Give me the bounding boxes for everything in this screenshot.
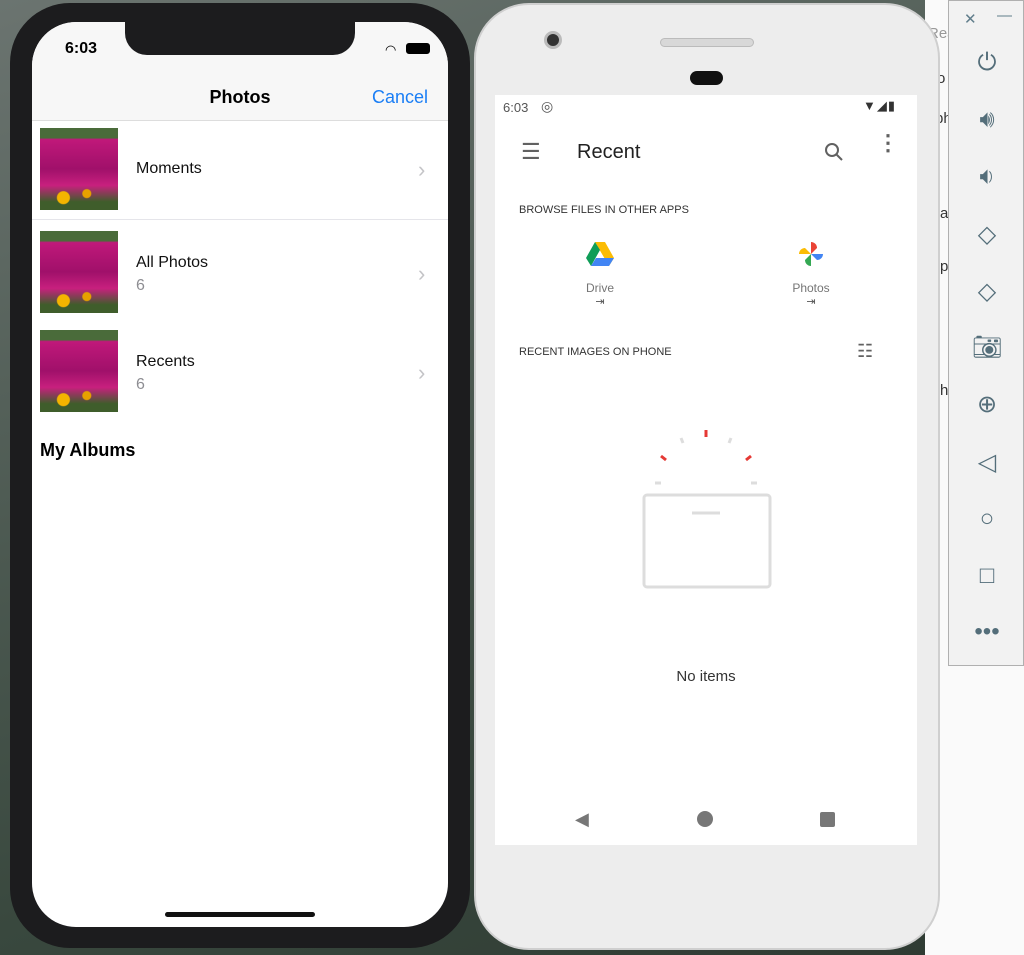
chevron-right-icon: › [418,261,426,286]
rotate-left-icon[interactable]: ◇ [949,214,1024,254]
close-icon[interactable]: ✕ [964,10,977,28]
app-photos[interactable]: Photos ⇥ [776,240,846,320]
ios-status-time: 6:03 [65,40,98,57]
notch [125,22,355,55]
front-camera [544,31,562,49]
album-count: 6 [136,376,145,393]
album-thumbnail [40,330,118,412]
cancel-button[interactable]: Cancel [372,87,428,108]
more-icon[interactable]: ••• [949,612,1024,652]
nav-back-icon[interactable]: ◀ [575,809,589,830]
empty-message: No items [676,668,736,685]
browse-header: BROWSE FILES IN OTHER APPS [519,204,689,216]
emulator-toolbar: ✕ — ⏻ 🔊︎ 🔉︎ ◇ ◇ 📷︎ ⊕ ◁ ○ □ ••• [948,0,1024,666]
battery-icon [406,43,430,54]
album-row-all-photos[interactable]: All Photos 6 › [32,221,448,320]
album-thumbnail [40,231,118,313]
volume-up-icon[interactable]: 🔊︎ [949,100,1024,140]
app-label: Photos [792,281,830,295]
status-icons: ▼◢▮ [863,98,897,113]
overview-icon[interactable]: □ [949,556,1024,596]
zoom-icon[interactable]: ⊕ [949,384,1024,424]
album-row-moments[interactable]: Moments › [32,121,448,220]
ios-screen: 6:03 ◠ Photos Cancel Moments › All Photo… [32,22,448,927]
toolbar-title: Recent [577,141,641,163]
app-drive[interactable]: Drive ⇥ [565,240,635,320]
android-status-time: 6:03 [503,100,529,115]
wifi-icon: ◠ [385,42,397,57]
android-screen: 6:03 ◎ ▼◢▮ ☰ Recent ⋮ BROWSE FILES IN OT… [495,95,917,845]
open-external-icon: ⇥ [595,296,605,308]
menu-icon[interactable]: ☰ [521,139,541,165]
app-label: Drive [585,281,614,295]
volume-down-icon[interactable]: 🔉︎ [949,157,1024,197]
chevron-right-icon: › [418,360,426,385]
nav-home-icon[interactable] [697,811,713,827]
nav-overview-icon[interactable] [820,812,835,827]
google-photos-icon [799,242,823,266]
rotate-right-icon[interactable]: ◇ [949,271,1024,311]
speaker [660,38,754,47]
more-vert-icon[interactable]: ⋮ [877,132,899,154]
search-icon[interactable] [823,141,845,163]
google-drive-icon [586,242,614,266]
camera-icon[interactable]: 📷︎ [949,327,1024,367]
minimize-icon[interactable]: — [997,7,1012,24]
empty-state-illustration [642,430,772,589]
section-header: My Albums [40,440,136,460]
album-thumbnail [40,128,118,210]
sensor [690,71,723,85]
album-label: All Photos [136,254,209,271]
album-label: Moments [136,160,202,177]
chevron-right-icon: › [418,157,426,182]
album-label: Recents [136,353,195,370]
recent-header: RECENT IMAGES ON PHONE [519,346,672,358]
album-row-recents[interactable]: Recents 6 › [32,320,448,419]
home-icon[interactable]: ○ [949,499,1024,539]
home-indicator [165,912,315,917]
album-count: 6 [136,277,145,294]
power-icon[interactable]: ⏻ [949,43,1024,83]
sync-icon: ◎ [541,98,554,114]
list-view-icon[interactable]: ☷ [857,341,873,362]
back-icon[interactable]: ◁ [949,442,1024,482]
open-external-icon: ⇥ [806,296,816,308]
